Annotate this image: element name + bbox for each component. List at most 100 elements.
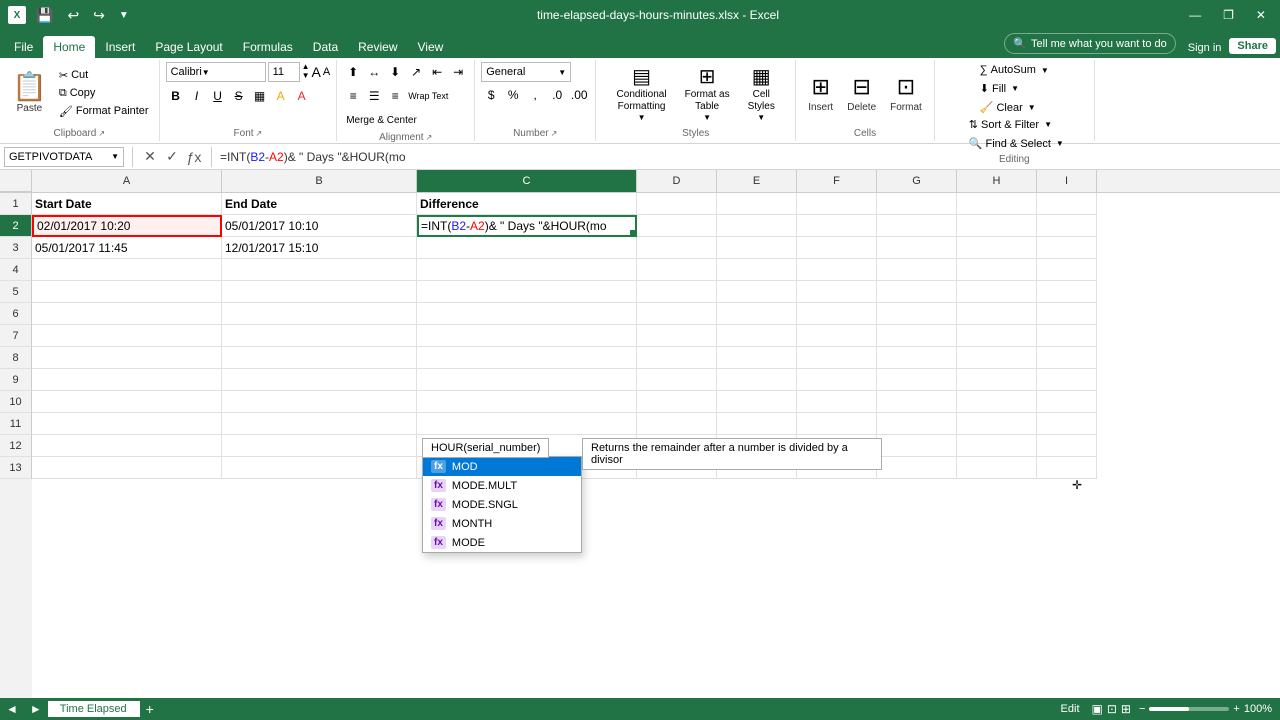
cell-f6[interactable] [797,303,877,325]
row-num-1[interactable]: 1 [0,193,32,215]
cell-e2[interactable] [717,215,797,237]
cell-e1[interactable] [717,193,797,215]
underline-button[interactable]: U [208,86,228,106]
cell-i4[interactable] [1037,259,1097,281]
page-layout-view-icon[interactable]: ⊡ [1107,702,1117,716]
cell-a6[interactable] [32,303,222,325]
cell-h2[interactable] [957,215,1037,237]
tab-review[interactable]: Review [348,36,407,58]
cell-b9[interactable] [222,369,417,391]
copy-button[interactable]: ⧉ Copy [55,85,153,102]
cell-d1[interactable] [637,193,717,215]
col-header-e[interactable]: E [717,170,797,192]
cell-f1[interactable] [797,193,877,215]
undo-qat-button[interactable]: ↩ [63,5,83,26]
cell-d10[interactable] [637,391,717,413]
col-header-g[interactable]: G [877,170,957,192]
font-color-button[interactable]: A [292,86,312,106]
row-num-13[interactable]: 13 [0,457,32,479]
cell-g1[interactable] [877,193,957,215]
cell-c6[interactable] [417,303,637,325]
row-num-12[interactable]: 12 [0,435,32,457]
align-center-button[interactable]: ☰ [364,86,384,106]
cell-e7[interactable] [717,325,797,347]
row-num-7[interactable]: 7 [0,325,32,347]
cell-f8[interactable] [797,347,877,369]
cell-b1[interactable]: End Date [222,193,417,215]
cell-a7[interactable] [32,325,222,347]
autosum-dropdown[interactable]: ▼ [1041,66,1049,75]
autocomplete-item-month[interactable]: fx MONTH [423,514,581,533]
autocomplete-item-mode-mult[interactable]: fx MODE.MULT [423,476,581,495]
cell-e10[interactable] [717,391,797,413]
cell-e11[interactable] [717,413,797,435]
cell-d9[interactable] [637,369,717,391]
cell-i12[interactable] [1037,435,1097,457]
align-middle-button[interactable]: ↔ [364,62,384,82]
col-header-h[interactable]: H [957,170,1037,192]
select-all-button[interactable] [0,170,32,192]
customize-qat-button[interactable]: ▼ [115,8,133,23]
cell-f9[interactable] [797,369,877,391]
zoom-slider[interactable] [1149,707,1229,711]
cell-c1[interactable]: Difference [417,193,637,215]
cell-i6[interactable] [1037,303,1097,325]
insert-button[interactable]: ⊞ Insert [802,62,839,124]
autocomplete-item-mode-sngl[interactable]: fx MODE.SNGL [423,495,581,514]
cell-g10[interactable] [877,391,957,413]
cell-i5[interactable] [1037,281,1097,303]
cell-g13[interactable] [877,457,957,479]
cell-a12[interactable] [32,435,222,457]
cell-d4[interactable] [637,259,717,281]
cell-i10[interactable] [1037,391,1097,413]
tab-page-layout[interactable]: Page Layout [145,36,232,58]
cell-a11[interactable] [32,413,222,435]
paste-button[interactable]: 📋 Paste [6,62,53,124]
cell-e3[interactable] [717,237,797,259]
cell-c4[interactable] [417,259,637,281]
cell-i1[interactable] [1037,193,1097,215]
normal-view-icon[interactable]: ▣ [1092,702,1103,716]
cell-d11[interactable] [637,413,717,435]
text-orientation-button[interactable]: ↗ [406,62,426,82]
cell-b12[interactable] [222,435,417,457]
cell-d2[interactable] [637,215,717,237]
cell-g2[interactable] [877,215,957,237]
font-expand-icon[interactable]: ↗ [256,129,263,138]
cell-i7[interactable] [1037,325,1097,347]
border-button[interactable]: ▦ [250,86,270,106]
page-break-view-icon[interactable]: ⊞ [1121,702,1131,716]
delete-button[interactable]: ⊟ Delete [841,62,882,124]
font-name-dropdown[interactable]: ▼ [202,68,210,77]
cell-d8[interactable] [637,347,717,369]
sheet-nav-right[interactable]: ► [24,702,48,716]
restore-button[interactable]: ❐ [1217,6,1240,24]
cell-b3[interactable]: 12/01/2017 15:10 [222,237,417,259]
cancel-formula-button[interactable]: ✕ [141,148,159,165]
tab-file[interactable]: File [4,36,43,58]
sheet-nav-left[interactable]: ◄ [0,702,24,716]
minimize-button[interactable]: — [1183,6,1207,24]
cell-h11[interactable] [957,413,1037,435]
cell-a5[interactable] [32,281,222,303]
cell-a8[interactable] [32,347,222,369]
cell-b4[interactable] [222,259,417,281]
cell-g12[interactable] [877,435,957,457]
cell-e8[interactable] [717,347,797,369]
col-header-d[interactable]: D [637,170,717,192]
alignment-expand-icon[interactable]: ↗ [426,133,433,142]
cell-g7[interactable] [877,325,957,347]
autocomplete-popup[interactable]: fx MOD fx MODE.MULT fx MODE.SNGL fx MONT… [422,456,582,553]
cell-c5[interactable] [417,281,637,303]
cell-h12[interactable] [957,435,1037,457]
accounting-button[interactable]: $ [481,85,501,105]
cell-g5[interactable] [877,281,957,303]
cell-a1[interactable]: Start Date [32,193,222,215]
cell-c3[interactable] [417,237,637,259]
cell-d7[interactable] [637,325,717,347]
cell-styles-button[interactable]: ▦ CellStyles ▼ [740,62,783,124]
autosum-button[interactable]: ∑ AutoSum ▼ [976,62,1053,78]
cell-b5[interactable] [222,281,417,303]
cell-e6[interactable] [717,303,797,325]
sort-filter-button[interactable]: ⇅ Sort & Filter ▼ [965,116,1056,133]
